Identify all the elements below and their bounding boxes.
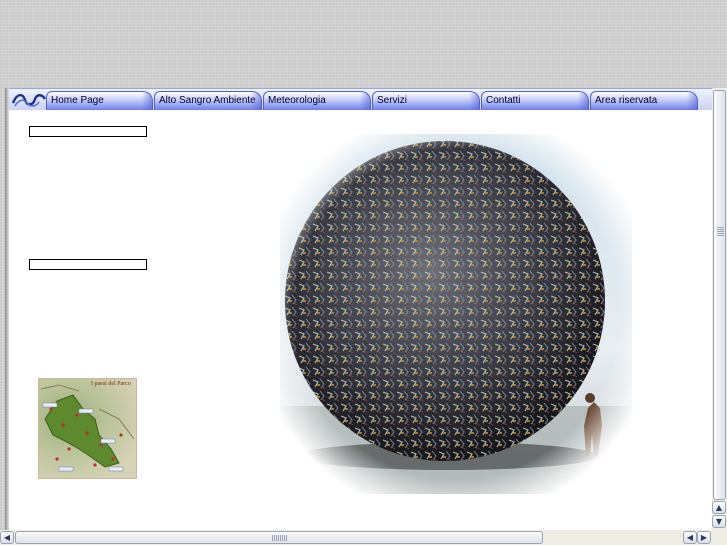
trash-ball-image [270,126,642,501]
scroll-left-button-2[interactable]: ◀ [683,531,697,544]
scroll-left-button[interactable]: ◀ [0,531,14,544]
scroll-up-button[interactable]: ▲ [712,501,726,514]
vertical-scroll-thumb[interactable] [713,90,726,500]
map-title: I paesi del Parco [91,381,131,387]
tab-home-page[interactable]: Home Page [46,91,153,110]
tab-meteorologia[interactable]: Meteorologia [263,91,371,110]
tab-area-riservata[interactable]: Area riservata [590,91,698,110]
nav-bar: Home Page Alto Sangro Ambiente Meteorolo… [9,88,712,110]
scroll-down-button[interactable]: ▼ [712,515,726,528]
vertical-grip-icon [717,227,724,236]
park-map-icon [40,384,135,472]
park-map-thumbnail[interactable]: I paesi del Parco [38,378,137,479]
tab-alto-sangro-ambiente[interactable]: Alto Sangro Ambiente [154,91,262,110]
scrollbar-corner [712,530,727,545]
tab-servizi[interactable]: Servizi [372,91,480,110]
sidebar-box-top [29,126,147,137]
horizontal-scrollbar[interactable]: ◀ ◀ ▶ [0,530,727,545]
sidebar-box-middle [29,259,147,270]
wave-logo-icon[interactable] [11,91,47,109]
scroll-right-button[interactable]: ▶ [697,531,711,544]
horizontal-scroll-thumb[interactable] [15,531,543,544]
tab-contatti[interactable]: Contatti [481,91,589,110]
vertical-scrollbar[interactable]: ▲ ▼ [712,88,727,530]
horizontal-grip-icon [272,535,288,541]
